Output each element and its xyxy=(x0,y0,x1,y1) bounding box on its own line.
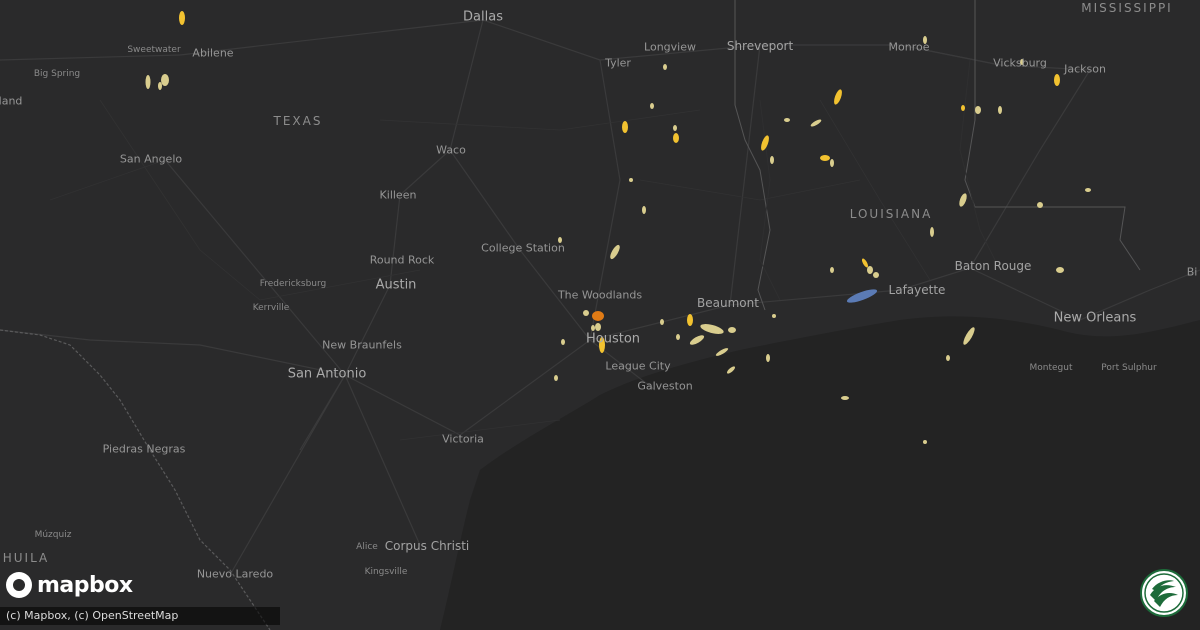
state-borders xyxy=(734,0,1141,311)
mapbox-wordmark: mapbox xyxy=(37,572,133,598)
map-view[interactable]: TEXAS LOUISIANA MISSISSIPPI Dallas Houst… xyxy=(0,0,1200,630)
city-label: Monroe xyxy=(888,40,930,54)
city-label: Austin xyxy=(375,277,417,293)
city-label: Alice xyxy=(356,542,378,552)
city-label: Port Sulphur xyxy=(1101,363,1157,373)
hail-swath xyxy=(179,11,185,25)
city-label: Lafayette xyxy=(888,283,946,297)
city-label: Piedras Negras xyxy=(102,442,186,456)
weather-service-logo-icon[interactable] xyxy=(1140,569,1188,617)
city-label: Bi xyxy=(1186,265,1198,279)
city-label: Big Spring xyxy=(33,69,81,79)
city-label: Abilene xyxy=(192,46,234,60)
city-label: Tyler xyxy=(605,56,631,70)
city-label: College Station xyxy=(481,241,565,255)
wind-swath xyxy=(846,289,878,303)
state-label-louisiana: LOUISIANA xyxy=(849,207,933,221)
attribution-bar[interactable]: (c) Mapbox, (c) OpenStreetMap xyxy=(0,607,280,625)
city-label: Jackson xyxy=(1064,62,1106,76)
city-label: Waco xyxy=(436,143,466,157)
city-label: Vicksburg xyxy=(993,56,1047,70)
gulf-water xyxy=(440,316,1200,630)
city-label: San Angelo xyxy=(119,152,183,166)
city-label: Shreveport xyxy=(726,39,794,53)
city-label: San Antonio xyxy=(287,366,367,382)
city-label: League City xyxy=(605,359,671,373)
region-label: HUILA xyxy=(2,551,50,565)
city-label: Montegut xyxy=(1029,363,1073,373)
city-label: lland xyxy=(0,94,23,108)
city-label: New Braunfels xyxy=(322,338,402,352)
city-label: Houston xyxy=(585,331,641,347)
city-label: Longview xyxy=(644,40,696,54)
city-label: Killeen xyxy=(379,188,417,202)
city-label: New Orleans xyxy=(1053,310,1137,326)
city-label: The Woodlands xyxy=(557,288,643,302)
city-label: Beaumont xyxy=(697,296,759,310)
city-label: Sweetwater xyxy=(127,45,181,55)
mapbox-logo[interactable]: mapbox xyxy=(6,571,133,599)
mapbox-logo-icon xyxy=(6,572,32,598)
city-label: Corpus Christi xyxy=(384,539,470,553)
state-label-mississippi: MISSISSIPPI xyxy=(1081,1,1173,15)
city-label: Kingsville xyxy=(364,567,408,577)
city-label: Dallas xyxy=(463,9,503,25)
basemap xyxy=(0,0,1200,630)
city-label: Kerrville xyxy=(252,303,290,313)
state-label-texas: TEXAS xyxy=(273,114,323,128)
city-label: Victoria xyxy=(442,432,484,446)
city-label: Nuevo Laredo xyxy=(196,567,274,581)
city-label: Galveston xyxy=(637,379,693,393)
city-label: Fredericksburg xyxy=(259,279,327,289)
city-label: Múzquiz xyxy=(34,530,72,540)
city-label: Round Rock xyxy=(369,253,435,267)
city-label: Baton Rouge xyxy=(954,259,1032,273)
